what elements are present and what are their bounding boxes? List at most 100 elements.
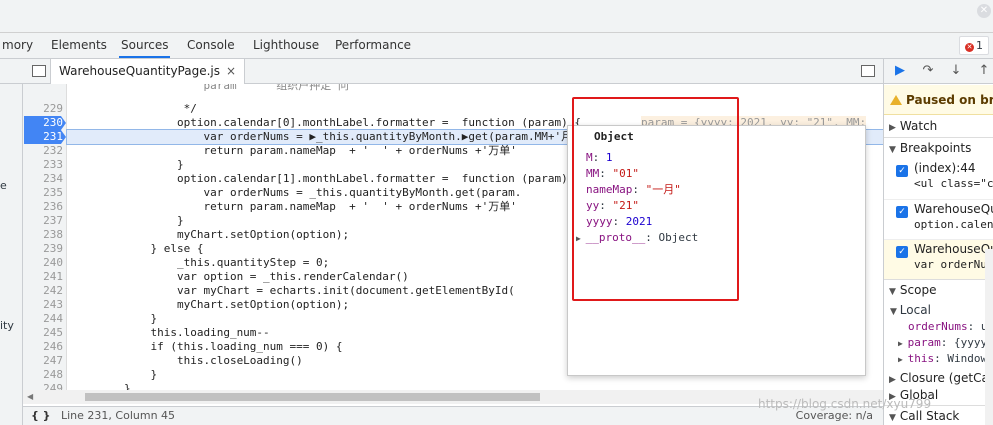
line-number[interactable]: 243	[23, 298, 63, 312]
breakpoint-location: (index):44	[914, 161, 976, 175]
code-line: } else {	[71, 242, 204, 255]
breakpoints-section[interactable]: ▼ Breakpoints	[884, 137, 993, 157]
code-line: */	[71, 102, 197, 115]
local-label: Local	[899, 303, 931, 317]
code-line: option.calendar[0].monthLabel.formatter …	[71, 116, 581, 129]
tab-console[interactable]: Console	[185, 33, 237, 58]
resume-icon[interactable]: ▶	[892, 63, 908, 79]
breakpoints-label: Breakpoints	[899, 141, 972, 155]
scrollbar-thumb[interactable]	[85, 393, 540, 401]
line-number[interactable]: 239	[23, 242, 63, 256]
line-number[interactable]: 233	[23, 158, 63, 172]
code-line: return param.nameMap + ' ' + orderNums +…	[71, 144, 517, 157]
line-number[interactable]: 244	[23, 312, 63, 326]
debugger-toolbar: ▶ ↷ ↓ ↑	[884, 59, 993, 84]
close-tab-icon[interactable]: ×	[226, 64, 236, 78]
breakpoint-location: WarehouseQuantityPage.js:230	[914, 202, 993, 216]
line-number[interactable]: 248	[23, 368, 63, 382]
scroll-left-icon[interactable]: ◀	[27, 392, 33, 401]
expand-icon: ▶	[898, 355, 908, 364]
devtools-tab-bar: mory Elements Sources Console Lighthouse…	[0, 33, 993, 59]
code-line: myChart.setOption(option);	[71, 298, 350, 311]
toggle-navigator-icon[interactable]	[32, 65, 46, 77]
horizontal-scrollbar[interactable]: ◀	[23, 390, 883, 404]
highlight-box	[572, 97, 739, 301]
line-number[interactable]: 236	[23, 200, 63, 214]
collapse-icon: ▼	[889, 145, 896, 155]
line-number[interactable]: 246	[23, 340, 63, 354]
watch-section[interactable]: ▶ Watch	[884, 116, 993, 136]
paused-banner: Paused on breakpoint	[884, 85, 993, 115]
line-number[interactable]: 249	[23, 382, 63, 390]
tab-memory[interactable]: mory	[0, 33, 35, 58]
line-number[interactable]: 240	[23, 256, 63, 270]
scope-section[interactable]: ▼ Scope	[884, 279, 993, 299]
line-number[interactable]: 229	[23, 102, 63, 116]
left-panel-text: e	[0, 179, 7, 192]
sidebar-scrollbar[interactable]	[985, 249, 993, 425]
line-number[interactable]: 247	[23, 354, 63, 368]
step-out-icon[interactable]: ↑	[976, 63, 992, 79]
scope-var-key: this	[907, 352, 935, 365]
expand-icon: ▶	[889, 375, 896, 385]
tab-sources[interactable]: Sources	[119, 33, 171, 58]
scope-var-key: param	[907, 336, 941, 349]
breakpoint-location: WarehouseQuantityPage.js:231	[914, 242, 993, 256]
line-number[interactable]: 242	[23, 284, 63, 298]
line-number[interactable]: 230	[24, 116, 66, 130]
file-tab[interactable]: WarehouseQuantityPage.js ×	[50, 59, 246, 84]
checkbox-checked-icon[interactable]: ✓	[896, 206, 908, 218]
line-number[interactable]: 245	[23, 326, 63, 340]
error-count: 1	[976, 39, 983, 52]
code-line: }	[71, 312, 158, 325]
code-line: var myChart = echarts.init(document.getE…	[71, 284, 515, 297]
error-count-badge[interactable]: ✕ 1	[959, 36, 989, 55]
tab-elements[interactable]: Elements	[49, 33, 109, 58]
code-line: if (this.loading_num === 0) {	[71, 340, 343, 353]
checkbox-checked-icon[interactable]: ✓	[896, 165, 908, 177]
step-into-icon[interactable]: ↓	[948, 63, 964, 79]
code-line: option.calendar[1].monthLabel.formatter …	[71, 172, 581, 185]
code-line: },	[71, 382, 138, 390]
breakpoint-item[interactable]: ✓ WarehouseQuantityPage.js:230 option.ca…	[884, 199, 993, 239]
close-icon[interactable]: ✕	[977, 4, 991, 18]
code-line: }	[71, 214, 184, 227]
line-number[interactable]: 241	[23, 270, 63, 284]
breakpoint-code: option.calendar[0].	[914, 218, 993, 231]
breakpoint-item[interactable]: ✓ (index):44 <ul class="c	[884, 159, 993, 199]
local-scope[interactable]: ▼ Local	[890, 302, 931, 318]
line-number[interactable]: 234	[23, 172, 63, 186]
code-line: this.loading_num--	[71, 326, 270, 339]
error-icon: ✕	[965, 43, 974, 52]
line-number[interactable]: 237	[23, 214, 63, 228]
code-line: this.closeLoading()	[71, 354, 303, 367]
breakpoint-item-active[interactable]: ✓ WarehouseQuantityPage.js:231 var order…	[884, 239, 993, 279]
step-over-icon[interactable]: ↷	[920, 63, 936, 79]
scope-var[interactable]: ▶ param: {yyyy:	[898, 335, 993, 351]
code-line: var orderNums = _this.quantityByMonth.ge…	[71, 186, 522, 199]
tab-performance[interactable]: Performance	[333, 33, 413, 58]
code-line: var option = _this.renderCalendar()	[71, 270, 409, 283]
scope-var-value: : Window	[934, 352, 988, 365]
line-number[interactable]: 232	[23, 144, 63, 158]
line-number[interactable]: 238	[23, 228, 63, 242]
braces-icon[interactable]: { }	[31, 407, 51, 425]
collapse-icon: ▼	[889, 287, 896, 297]
file-tab-bar: WarehouseQuantityPage.js ×	[0, 59, 883, 84]
toggle-debugger-icon[interactable]	[861, 65, 875, 77]
collapse-icon: ▼	[890, 307, 900, 317]
code-line: _this.quantityStep = 0;	[71, 256, 330, 269]
line-number[interactable]: 235	[23, 186, 63, 200]
scope-var[interactable]: ▶ this: Window	[898, 351, 987, 367]
scope-label: Scope	[899, 283, 937, 297]
line-number[interactable]: 231	[24, 130, 66, 144]
call-stack-label: Call Stack	[899, 409, 960, 423]
paused-text: Paused on breakpoint	[906, 93, 993, 107]
collapse-icon: ▼	[889, 413, 896, 423]
checkbox-checked-icon[interactable]: ✓	[896, 246, 908, 258]
scope-var[interactable]: orderNums: un	[908, 319, 993, 335]
warning-icon	[890, 95, 902, 105]
status-bar: { } Line 231, Column 45 Coverage: n/a	[23, 406, 883, 425]
tab-lighthouse[interactable]: Lighthouse	[251, 33, 321, 58]
breakpoint-code: var orderNums	[914, 258, 993, 271]
